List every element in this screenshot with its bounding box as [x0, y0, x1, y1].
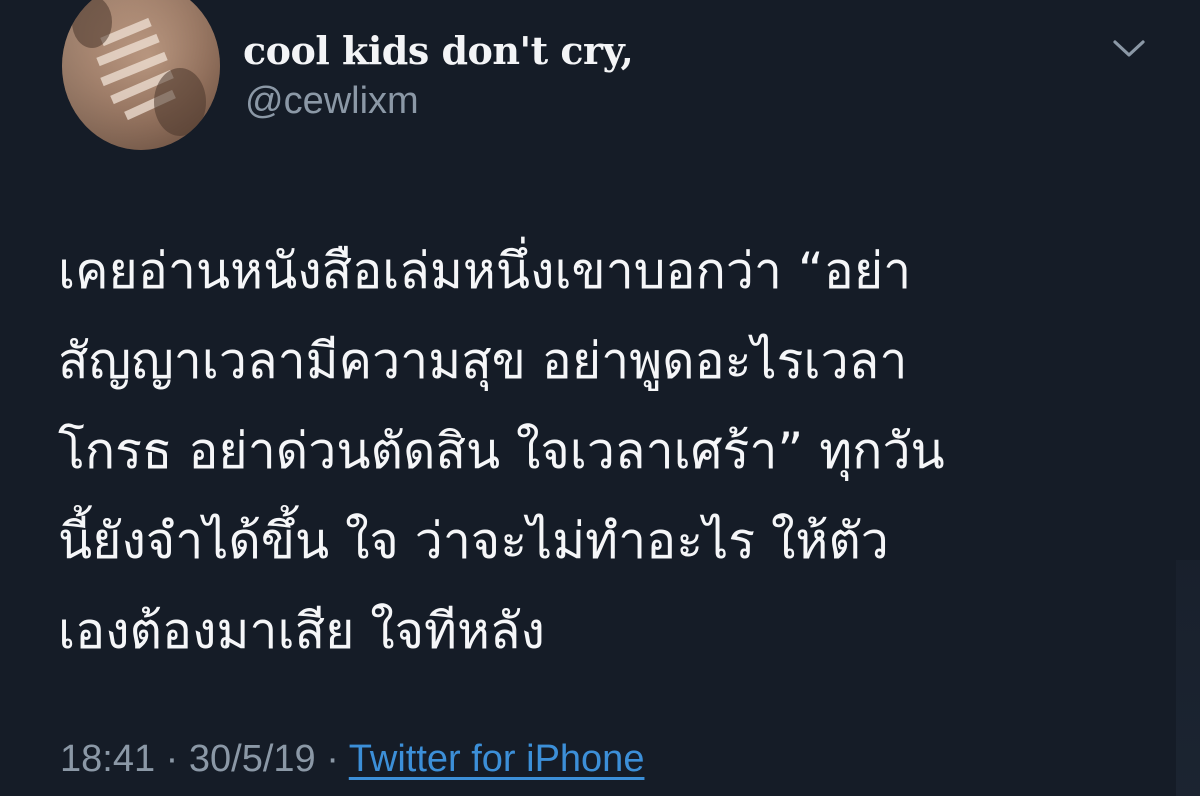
- display-name[interactable]: cool kids don't cry,: [243, 28, 634, 73]
- tweet-time[interactable]: 18:41: [60, 738, 155, 780]
- tweet-meta: 18:41 · 30/5/19 · Twitter for iPhone: [60, 738, 644, 781]
- source-link[interactable]: Twitter for iPhone: [349, 738, 645, 780]
- tweet-card: cool kids don't cry, @cewlixm เคยอ่านหนั…: [0, 0, 1200, 796]
- meta-separator: ·: [165, 738, 179, 780]
- tweet-text: เคยอ่านหนังสือเล่มหนึ่งเขาบอกว่า “อย่า ส…: [58, 242, 945, 660]
- tweet-date[interactable]: 30/5/19: [189, 738, 316, 780]
- chevron-down-icon[interactable]: [1112, 38, 1146, 60]
- avatar[interactable]: [62, 0, 220, 150]
- meta-separator: ·: [326, 738, 339, 780]
- user-handle[interactable]: @cewlixm: [245, 80, 419, 123]
- edge-artifact: [1176, 560, 1200, 796]
